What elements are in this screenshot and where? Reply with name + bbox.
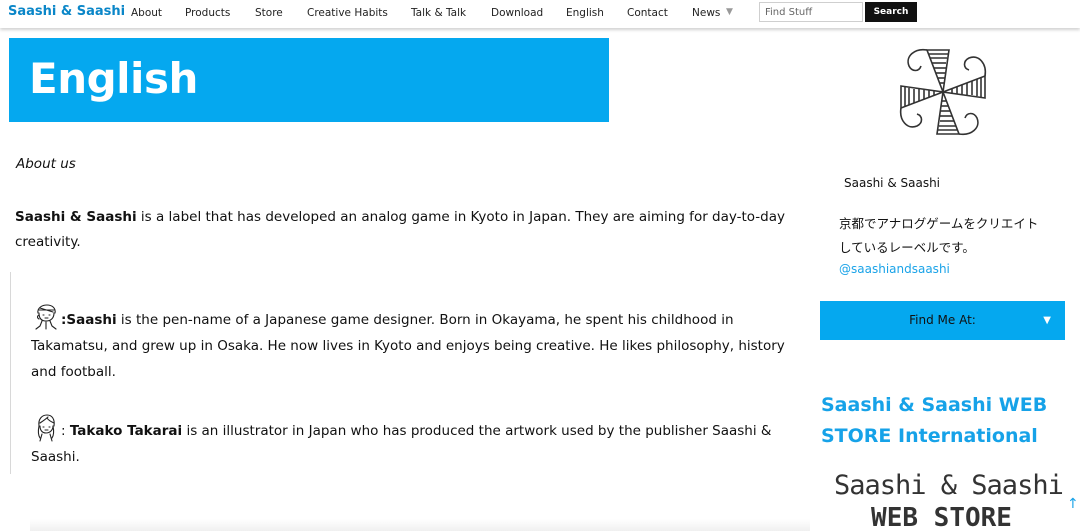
nav-item-store[interactable]: Store [255, 7, 283, 19]
footer-shadow [30, 519, 810, 531]
twitter-handle-link[interactable]: @saashiandsaashi [839, 262, 950, 276]
find-me-at-dropdown[interactable]: Find Me At: ▼ [820, 301, 1065, 340]
nav-item-contact[interactable]: Contact [627, 7, 668, 19]
nav-item-about[interactable]: About [131, 7, 162, 19]
search-input[interactable] [759, 2, 863, 22]
search-button[interactable]: Search [865, 2, 917, 22]
saashi-portrait-icon [35, 304, 57, 330]
brand-link[interactable]: Saashi & Saashi [8, 4, 125, 19]
web-store-logo[interactable]: Saashi & Saashi WEB STORE [834, 470, 1064, 531]
nav-item-products[interactable]: Products [185, 7, 230, 19]
saashi-bio: is the pen-name of a Japanese game desig… [31, 312, 785, 380]
sidebar-description: 京都でアナログゲームをクリエイトしているレーベルです。 [839, 216, 1039, 255]
intro-paragraph: Saashi & Saashi is a label that has deve… [15, 205, 795, 255]
sidebar-label-name: Saashi & Saashi [844, 176, 941, 190]
takako-portrait-icon [37, 414, 55, 442]
top-navigation: Saashi & Saashi About Products Store Cre… [0, 0, 1080, 28]
page-banner: English [9, 38, 609, 122]
page-title: English [29, 54, 198, 103]
nav-item-news[interactable]: News [692, 7, 720, 19]
about-us-heading: About us [16, 156, 76, 172]
news-dropdown-caret-icon[interactable]: ▼ [726, 7, 733, 17]
nav-item-english[interactable]: English [566, 7, 604, 19]
saashi-pinwheel-logo-icon [899, 48, 987, 136]
nav-item-talk-and-talk[interactable]: Talk & Talk [411, 7, 466, 19]
web-store-heading[interactable]: Saashi & Saashi WEB STORE International [821, 390, 1061, 452]
saashi-name: :Saashi [61, 312, 117, 328]
web-store-logo-line1: Saashi & Saashi [834, 470, 1064, 501]
nav-item-creative-habits[interactable]: Creative Habits [307, 7, 388, 19]
back-to-top-arrow-icon[interactable]: ↑ [1067, 496, 1079, 512]
find-me-at-label: Find Me At: [909, 313, 976, 327]
chevron-down-icon: ▼ [1043, 315, 1051, 326]
profile-saashi: :Saashi is the pen-name of a Japanese ga… [31, 302, 791, 385]
profile-takako-takarai: : Takako Takarai is an illustrator in Ja… [31, 413, 791, 470]
profile-blockquote: :Saashi is the pen-name of a Japanese ga… [10, 272, 800, 474]
takako-name: Takako Takarai [69, 423, 183, 439]
web-store-logo-line2: WEB STORE [871, 503, 1012, 531]
nav-item-download[interactable]: Download [491, 7, 543, 19]
takako-prefix: : [61, 423, 70, 439]
intro-label-name: Saashi & Saashi [15, 209, 137, 225]
